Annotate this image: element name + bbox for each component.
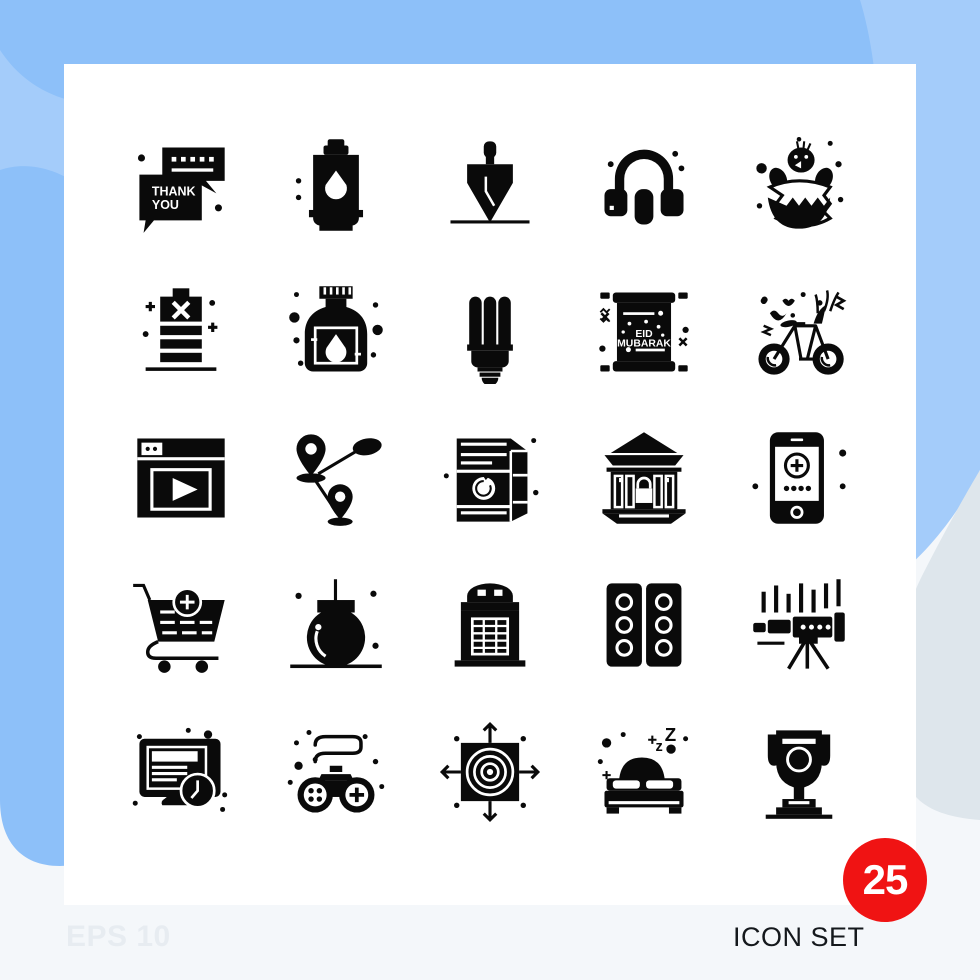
- bicycle-icon: [758, 289, 847, 375]
- icon-cell-route-pins[interactable]: [258, 405, 412, 552]
- eps-label: EPS 10: [66, 920, 171, 953]
- icon-cell-gas-cylinder[interactable]: [258, 112, 412, 259]
- telescope-icon: [753, 579, 845, 670]
- svg-text:z: z: [656, 739, 663, 755]
- icon-cell-bicycle[interactable]: [722, 259, 876, 406]
- video-browser-icon: [137, 438, 225, 519]
- icon-set-label: ICON SET: [733, 922, 865, 952]
- icon-cell-trophy[interactable]: [722, 698, 876, 845]
- mobile-add-icon: [752, 432, 846, 525]
- svg-text:YOU: YOU: [152, 198, 179, 212]
- icon-cell-bomb[interactable]: [258, 552, 412, 699]
- bomb-icon: [289, 579, 382, 669]
- ink-bottle-icon: [288, 286, 383, 372]
- trophy-icon: [765, 730, 833, 819]
- cfl-bulb-icon: [467, 296, 513, 384]
- icon-grid: THANK YOU EID MUBARAK z Z: [64, 64, 916, 905]
- icon-cell-vr-gamepad[interactable]: [258, 698, 412, 845]
- icon-cell-mailbox[interactable]: [413, 552, 567, 699]
- dead-battery-icon: [142, 288, 218, 371]
- icon-count-value: 25: [862, 856, 909, 903]
- svg-text:Z: Z: [665, 723, 676, 744]
- icon-count-badge: 25: [843, 838, 927, 922]
- route-pins-icon: [296, 434, 382, 527]
- icon-cell-online-time-monitor[interactable]: [104, 698, 258, 845]
- icon-cell-mobile-add[interactable]: [722, 405, 876, 552]
- icon-cell-ink-bottle[interactable]: [258, 259, 412, 406]
- sleeping-bed-icon: z Z: [598, 723, 689, 814]
- icon-cell-hatching-chick[interactable]: [722, 112, 876, 259]
- icon-cell-thank-you-chat[interactable]: THANK YOU: [104, 112, 258, 259]
- icon-cell-sleeping-bed[interactable]: z Z: [567, 698, 721, 845]
- target-arrows-icon: [439, 721, 541, 822]
- icon-cell-dominoes[interactable]: [567, 552, 721, 699]
- vr-gamepad-icon: [287, 729, 384, 813]
- icon-cell-juice-carton[interactable]: [413, 405, 567, 552]
- online-time-monitor-icon: [132, 727, 228, 812]
- eid-mubarak-scroll-icon: EID MUBARAK: [599, 292, 690, 372]
- headphones-icon: [604, 149, 685, 225]
- icon-cell-telescope[interactable]: [722, 552, 876, 699]
- icon-cell-secure-bank[interactable]: [567, 405, 721, 552]
- secure-bank-icon: [602, 432, 686, 525]
- trowel-icon: [450, 141, 530, 224]
- icon-cell-headphones[interactable]: [567, 112, 721, 259]
- icon-cell-trowel[interactable]: [413, 112, 567, 259]
- add-to-cart-icon: [133, 584, 225, 673]
- svg-text:THANK: THANK: [152, 185, 196, 199]
- icon-cell-dead-battery[interactable]: [104, 259, 258, 406]
- juice-carton-icon: [443, 438, 539, 523]
- icon-cell-add-to-cart[interactable]: [104, 552, 258, 699]
- icon-cell-eid-mubarak[interactable]: EID MUBARAK: [567, 259, 721, 406]
- dominoes-icon: [606, 583, 682, 667]
- svg-text:MUBARAK: MUBARAK: [618, 338, 672, 349]
- icon-cell-video-browser[interactable]: [104, 405, 258, 552]
- icon-cell-cfl-bulb[interactable]: [413, 259, 567, 406]
- gas-cylinder-icon: [295, 139, 363, 232]
- icon-cell-target-arrows[interactable]: [413, 698, 567, 845]
- mailbox-icon: [454, 583, 526, 667]
- hatching-chick-icon: [756, 137, 844, 229]
- thank-you-chat-icon: THANK YOU: [138, 147, 225, 234]
